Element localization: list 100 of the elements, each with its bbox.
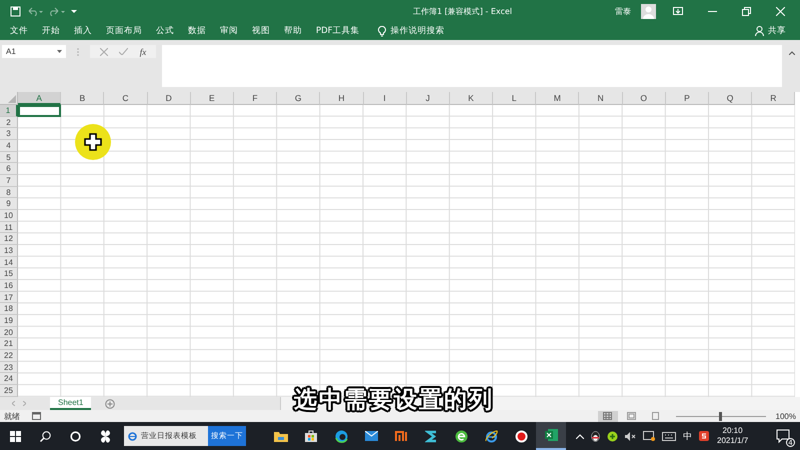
- row-header[interactable]: 11: [0, 222, 18, 234]
- row-header[interactable]: 24: [0, 373, 18, 386]
- row-header[interactable]: 16: [0, 280, 18, 292]
- ribbon-tab[interactable]: 视图: [252, 25, 270, 37]
- ie-browser-icon[interactable]: [484, 430, 498, 442]
- column-header[interactable]: J: [406, 92, 450, 105]
- zoom-level[interactable]: 100%: [776, 412, 796, 420]
- ribbon-display-icon[interactable]: [673, 7, 683, 15]
- row-header[interactable]: 20: [0, 326, 18, 338]
- share-button[interactable]: 共享: [768, 25, 786, 37]
- row-header[interactable]: 18: [0, 303, 18, 316]
- avatar-icon[interactable]: [641, 4, 656, 18]
- restore-icon[interactable]: [742, 6, 750, 16]
- input-method-indicator[interactable]: 中: [683, 430, 692, 442]
- row-header[interactable]: 5: [0, 152, 18, 164]
- minimize-icon[interactable]: [708, 10, 716, 12]
- lightbulb-icon[interactable]: [378, 26, 386, 36]
- row-header[interactable]: 2: [0, 116, 18, 128]
- selected-cell[interactable]: [18, 105, 62, 117]
- notification-icon[interactable]: [776, 428, 792, 444]
- show-hidden-icons[interactable]: [576, 434, 584, 438]
- row-header[interactable]: 3: [0, 128, 18, 140]
- row-header[interactable]: 14: [0, 256, 18, 268]
- row-header[interactable]: 12: [0, 233, 18, 246]
- row-header[interactable]: 9: [0, 198, 18, 210]
- column-header[interactable]: I: [364, 92, 407, 105]
- row-header[interactable]: 8: [0, 186, 18, 198]
- row-header[interactable]: 4: [0, 140, 18, 152]
- spreadsheet-icon[interactable]: [544, 429, 558, 441]
- customize-icon[interactable]: [71, 8, 77, 14]
- keyboard-icon[interactable]: [662, 432, 676, 440]
- name-box[interactable]: A1: [2, 45, 66, 58]
- mail-icon[interactable]: [364, 431, 378, 441]
- s-logo-icon[interactable]: [699, 431, 709, 441]
- macro-record-icon[interactable]: [32, 412, 41, 420]
- column-header[interactable]: C: [104, 92, 148, 105]
- ribbon-tab[interactable]: 页面布局: [106, 25, 142, 37]
- column-header[interactable]: M: [536, 92, 580, 105]
- row-header[interactable]: 19: [0, 315, 18, 327]
- mi-app-icon[interactable]: [394, 431, 408, 441]
- row-header[interactable]: 10: [0, 210, 18, 222]
- e-browser-icon[interactable]: [454, 430, 468, 442]
- column-header[interactable]: E: [190, 92, 234, 105]
- add-sheet-icon[interactable]: [105, 398, 116, 408]
- search-icon[interactable]: [40, 430, 50, 442]
- column-header[interactable]: D: [148, 92, 191, 105]
- circle-icon[interactable]: [70, 430, 80, 442]
- ribbon-tab[interactable]: 审阅: [220, 25, 238, 37]
- ribbon-tab[interactable]: 文件: [10, 25, 28, 37]
- ribbon-tab[interactable]: 开始: [42, 25, 60, 37]
- ribbon-tab[interactable]: 帮助: [284, 25, 302, 37]
- zoom-slider-thumb[interactable]: [719, 412, 722, 420]
- column-header[interactable]: K: [450, 92, 494, 105]
- column-header[interactable]: R: [752, 92, 796, 105]
- ribbon-tab[interactable]: 插入: [74, 25, 92, 37]
- ribbon-tab[interactable]: 数据: [188, 25, 206, 37]
- formula-input[interactable]: [162, 45, 782, 87]
- grid-view-icon[interactable]: [603, 412, 612, 420]
- close-icon[interactable]: [776, 6, 784, 16]
- normal-view-button[interactable]: [598, 410, 618, 422]
- column-header[interactable]: F: [234, 92, 278, 105]
- row-header[interactable]: 15: [0, 268, 18, 280]
- undo-icon[interactable]: [27, 6, 43, 16]
- ribbon-tab[interactable]: PDF工具集: [316, 25, 360, 37]
- column-header[interactable]: H: [320, 92, 364, 105]
- record-icon[interactable]: [514, 430, 528, 442]
- ribbon-tab[interactable]: 公式: [156, 25, 174, 37]
- pinwheel-icon[interactable]: [98, 430, 112, 442]
- column-header[interactable]: N: [579, 92, 623, 105]
- folder-icon[interactable]: [274, 430, 288, 442]
- row-header[interactable]: 21: [0, 338, 18, 350]
- screen-icon[interactable]: [643, 431, 655, 441]
- column-header[interactable]: P: [666, 92, 709, 105]
- row-header[interactable]: 1: [0, 105, 18, 117]
- column-header[interactable]: G: [277, 92, 320, 105]
- sheet-tab[interactable]: Sheet1: [50, 397, 92, 410]
- column-header[interactable]: L: [493, 92, 536, 105]
- column-header[interactable]: A: [18, 92, 62, 105]
- save-icon[interactable]: [10, 6, 21, 16]
- clock[interactable]: 20:10 2021/1/7: [717, 426, 748, 446]
- row-header[interactable]: 22: [0, 350, 18, 362]
- row-header[interactable]: 6: [0, 163, 18, 176]
- column-header[interactable]: O: [622, 92, 666, 105]
- redo-icon[interactable]: [49, 6, 65, 16]
- collapse-caret-icon[interactable]: [789, 51, 795, 55]
- row-header[interactable]: 13: [0, 245, 18, 257]
- store-bag-icon[interactable]: [305, 430, 317, 442]
- tell-me-search[interactable]: 操作说明搜索: [390, 25, 445, 37]
- insert-function-button[interactable]: fx: [140, 46, 146, 56]
- speaker-muted-icon[interactable]: [625, 432, 636, 440]
- row-header[interactable]: 25: [0, 385, 18, 397]
- row-header[interactable]: 23: [0, 362, 18, 374]
- column-header[interactable]: Q: [709, 92, 752, 105]
- s-shape-app-icon[interactable]: [425, 430, 437, 442]
- share-person-icon[interactable]: [755, 26, 764, 36]
- row-header[interactable]: 17: [0, 292, 18, 304]
- row-header[interactable]: 7: [0, 175, 18, 187]
- column-header[interactable]: B: [61, 92, 104, 105]
- edge-browser-icon[interactable]: [334, 430, 348, 442]
- excel-taskbar-button[interactable]: [536, 422, 566, 450]
